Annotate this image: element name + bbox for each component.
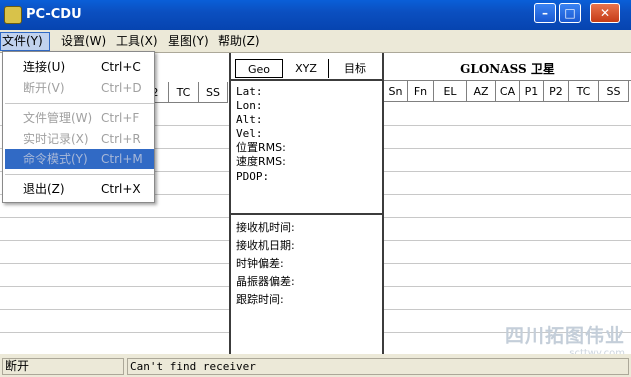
grid-line bbox=[0, 309, 229, 310]
tab-geo[interactable]: Geo bbox=[235, 59, 283, 78]
menu-item-disconnect[interactable]: 断开(V) Ctrl+D bbox=[5, 78, 154, 98]
menu-item-shortcut: Ctrl+X bbox=[101, 182, 141, 196]
menu-item-label: 断开(V) bbox=[23, 81, 65, 95]
receiver-date-label: 接收机日期: bbox=[236, 239, 295, 252]
geo-lat-label: Lat: bbox=[236, 85, 263, 98]
grid-line bbox=[384, 171, 631, 172]
grid-line bbox=[384, 263, 631, 264]
grid-line bbox=[0, 240, 229, 241]
menu-bar: 文件(Y) 设置(W) 工具(X) 星图(Y) 帮助(Z) bbox=[0, 30, 631, 52]
grid-line bbox=[384, 125, 631, 126]
menu-item-shortcut: Ctrl+R bbox=[101, 132, 141, 146]
close-button[interactable]: ✕ bbox=[590, 3, 620, 23]
menu-item-file-manager[interactable]: 文件管理(W) Ctrl+F bbox=[5, 108, 154, 128]
minimize-button[interactable]: – bbox=[534, 3, 556, 23]
watermark: 四川拓图伟业 scttwy.com bbox=[455, 321, 625, 359]
left-col-header-ss[interactable]: SS bbox=[199, 82, 228, 103]
glonass-title: GLONASS 卫星 bbox=[460, 62, 555, 76]
menu-item-label: 文件管理(W) bbox=[23, 111, 93, 125]
geo-vel-label: Vel: bbox=[236, 127, 263, 140]
file-menu-dropdown: 连接(U) Ctrl+C 断开(V) Ctrl+D 文件管理(W) Ctrl+F… bbox=[2, 51, 155, 203]
menu-item-shortcut: Ctrl+C bbox=[101, 60, 141, 74]
center-split-line bbox=[231, 213, 382, 215]
tab-underline bbox=[231, 79, 382, 81]
menu-item-label: 退出(Z) bbox=[23, 182, 65, 196]
app-icon bbox=[4, 6, 22, 24]
menu-item-connect[interactable]: 连接(U) Ctrl+C bbox=[5, 57, 154, 77]
menu-item-shortcut: Ctrl+D bbox=[101, 81, 142, 95]
title-bar[interactable]: PC-CDU – □ ✕ bbox=[0, 0, 631, 30]
menu-tools[interactable]: 工具(X) bbox=[115, 33, 159, 50]
geo-vel-rms-label: 速度RMS: bbox=[236, 155, 286, 168]
glonass-col-el[interactable]: EL bbox=[434, 81, 467, 102]
menu-item-label: 命令模式(Y) bbox=[23, 152, 88, 166]
menu-item-label: 连接(U) bbox=[23, 60, 66, 74]
glonass-col-ca[interactable]: CA bbox=[496, 81, 520, 102]
menu-settings[interactable]: 设置(W) bbox=[60, 33, 107, 50]
glonass-col-az[interactable]: AZ bbox=[467, 81, 496, 102]
menu-item-shortcut: Ctrl+F bbox=[101, 111, 140, 125]
geo-lon-label: Lon: bbox=[236, 99, 263, 112]
grid-line bbox=[0, 332, 229, 333]
window-title: PC-CDU bbox=[26, 7, 82, 22]
geo-pdop-label: PDOP: bbox=[236, 170, 270, 183]
oscillator-bias-label: 晶振器偏差: bbox=[236, 275, 295, 288]
menu-help[interactable]: 帮助(Z) bbox=[217, 33, 261, 50]
menu-item-exit[interactable]: 退出(Z) Ctrl+X bbox=[5, 179, 154, 199]
left-panel-divider bbox=[229, 53, 231, 354]
geo-alt-label: Alt: bbox=[236, 113, 263, 126]
grid-line bbox=[0, 286, 229, 287]
status-message: Can't find receiver bbox=[127, 358, 629, 375]
glonass-col-sn[interactable]: Sn bbox=[384, 81, 408, 102]
tab-target[interactable]: 目标 bbox=[331, 59, 379, 78]
glonass-col-fn[interactable]: Fn bbox=[408, 81, 434, 102]
glonass-col-tc[interactable]: TC bbox=[569, 81, 599, 102]
grid-line bbox=[0, 217, 229, 218]
tracking-time-label: 跟踪时间: bbox=[236, 293, 284, 306]
glonass-col-ss[interactable]: SS bbox=[599, 81, 629, 102]
glonass-col-p1[interactable]: P1 bbox=[520, 81, 544, 102]
menu-file[interactable]: 文件(Y) bbox=[0, 32, 50, 51]
menu-item-label: 实时记录(X) bbox=[23, 132, 89, 146]
maximize-button[interactable]: □ bbox=[559, 3, 581, 23]
grid-line bbox=[0, 263, 229, 264]
status-bar: 断开 Can't find receiver bbox=[0, 354, 631, 377]
grid-line bbox=[384, 240, 631, 241]
grid-line bbox=[384, 309, 631, 310]
receiver-time-label: 接收机时间: bbox=[236, 221, 295, 234]
glonass-col-p2[interactable]: P2 bbox=[544, 81, 569, 102]
left-col-header-tc[interactable]: TC bbox=[169, 82, 199, 103]
menu-item-realtime-record[interactable]: 实时记录(X) Ctrl+R bbox=[5, 129, 154, 149]
tab-xyz[interactable]: XYZ bbox=[284, 59, 329, 78]
grid-line bbox=[384, 217, 631, 218]
clock-bias-label: 时钟偏差: bbox=[236, 257, 284, 270]
menu-item-shortcut: Ctrl+M bbox=[101, 152, 143, 166]
grid-line bbox=[384, 148, 631, 149]
menu-starmap[interactable]: 星图(Y) bbox=[167, 33, 210, 50]
grid-line bbox=[384, 286, 631, 287]
connection-status: 断开 bbox=[2, 358, 124, 375]
watermark-text: 四川拓图伟业 bbox=[504, 325, 625, 347]
geo-pos-rms-label: 位置RMS: bbox=[236, 141, 286, 154]
menu-separator bbox=[5, 174, 154, 175]
grid-line bbox=[384, 194, 631, 195]
menu-separator bbox=[5, 103, 154, 104]
menu-item-command-mode[interactable]: 命令模式(Y) Ctrl+M bbox=[5, 149, 154, 169]
